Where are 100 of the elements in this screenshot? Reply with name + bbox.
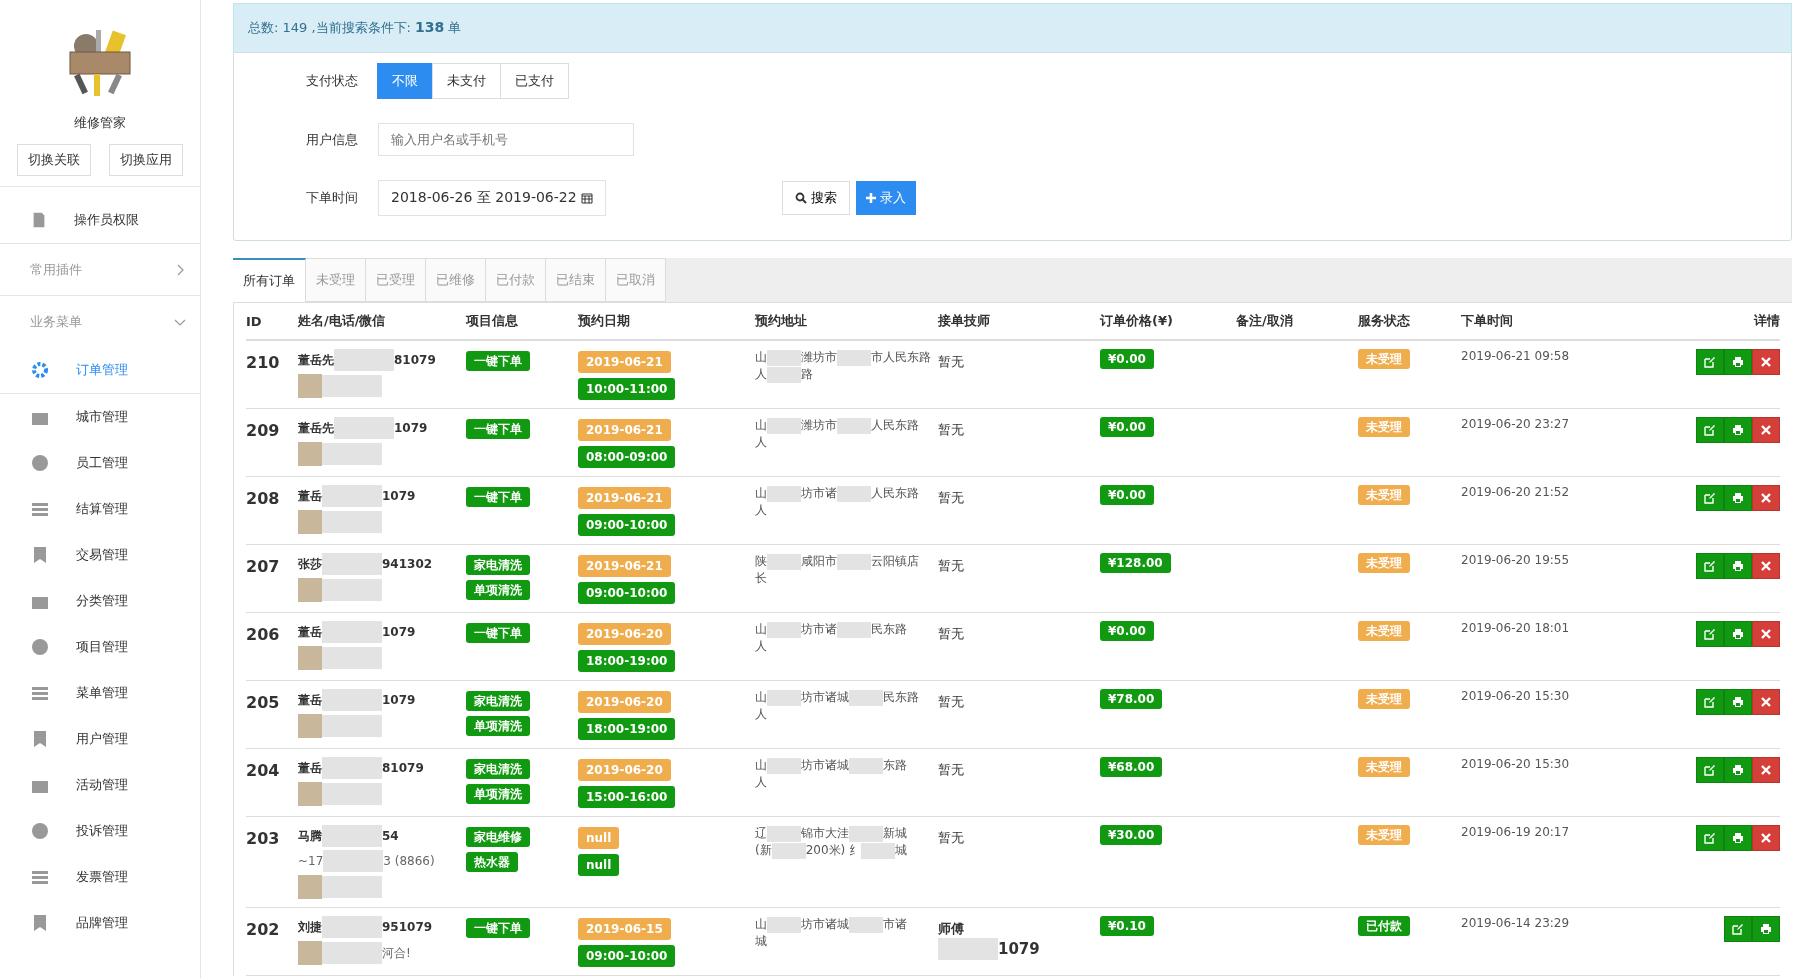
menu-item[interactable]: 活动管理 [0, 762, 200, 808]
circle-icon [30, 821, 50, 841]
circle-icon [30, 453, 50, 473]
pixelated-block [849, 757, 883, 774]
print-button[interactable] [1724, 485, 1752, 511]
technician-text: 暂无 [938, 761, 965, 779]
avatar-photo-placeholder [298, 442, 322, 466]
address-text: 山 [755, 621, 767, 638]
menu-item[interactable]: 用户管理 [0, 716, 200, 762]
booking-time-tag: 10:00-11:00 [578, 378, 676, 400]
delete-button[interactable] [1752, 349, 1780, 375]
address-text: 人 [755, 774, 767, 791]
pixelated-block [849, 916, 883, 933]
menu-item[interactable]: 投诉管理 [0, 808, 200, 854]
service-status-tag: 未受理 [1358, 417, 1410, 437]
order-time: 2019-06-21 09:58 [1461, 349, 1571, 365]
avatar-photo-placeholder [298, 510, 322, 534]
edit-button[interactable] [1696, 621, 1724, 647]
delete-button[interactable] [1752, 689, 1780, 715]
menu-item[interactable]: 订单管理 [0, 347, 200, 394]
print-button[interactable] [1724, 689, 1752, 715]
pixelated-block [767, 553, 801, 570]
technician-text: 暂无 [938, 693, 965, 711]
price-tag: ¥0.00 [1100, 349, 1154, 369]
delete-button[interactable] [1752, 417, 1780, 443]
menu-item[interactable]: 分类管理 [0, 578, 200, 624]
project-tag: 家电清洗 [466, 759, 530, 779]
order-time-label: 下单时间 [306, 189, 359, 207]
print-button[interactable] [1724, 757, 1752, 783]
edit-button[interactable] [1696, 757, 1724, 783]
pixelated-block [334, 349, 394, 371]
order-id: 205 [246, 692, 281, 714]
menu-item[interactable]: 项目管理 [0, 624, 200, 670]
phone-text: 81079 [382, 761, 424, 775]
delete-button[interactable] [1752, 757, 1780, 783]
print-button[interactable] [1724, 349, 1752, 375]
edit-button[interactable] [1696, 417, 1724, 443]
order-time: 2019-06-20 19:55 [1461, 553, 1571, 569]
pixelated-block [322, 579, 382, 601]
edit-button[interactable] [1696, 485, 1724, 511]
pixelated-block [322, 825, 382, 847]
project-tag: 热水器 [466, 852, 518, 872]
edit-button[interactable] [1696, 825, 1724, 851]
delete-button[interactable] [1752, 621, 1780, 647]
menu-item[interactable]: 发票管理 [0, 854, 200, 900]
search-button[interactable]: 搜索 [781, 181, 850, 215]
edit-button[interactable] [1724, 916, 1752, 942]
customer-text: 张莎 [298, 555, 322, 573]
menu-item[interactable]: 结算管理 [0, 486, 200, 532]
service-status-tag: 未受理 [1358, 689, 1410, 709]
print-button[interactable] [1724, 553, 1752, 579]
print-button[interactable] [1752, 916, 1780, 942]
pixelated-block [322, 647, 382, 669]
edit-button[interactable] [1696, 553, 1724, 579]
avatar-photo-placeholder [298, 578, 322, 602]
pixelated-block [767, 349, 801, 366]
technician-text: 暂无 [938, 489, 965, 507]
date-range-field[interactable]: 2018-06-26 至 2019-06-22 [378, 180, 606, 216]
payment-filter-button[interactable]: 未支付 [432, 63, 501, 99]
menu-item[interactable]: 城市管理 [0, 394, 200, 440]
booking-date-tag: 2019-06-20 [578, 623, 671, 645]
menu-item[interactable]: 品牌管理 [0, 900, 200, 946]
order-tab[interactable]: 所有订单 [233, 258, 306, 302]
customer-text: 河合! [382, 944, 411, 962]
menu-item[interactable]: 员工管理 [0, 440, 200, 486]
payment-filter-button[interactable]: 已支付 [500, 63, 569, 99]
menu-item[interactable]: 菜单管理 [0, 670, 200, 716]
print-button[interactable] [1724, 417, 1752, 443]
payment-status-label: 支付状态 [306, 72, 359, 90]
circle-icon [30, 637, 50, 657]
switch-button[interactable]: 切换应用 [109, 144, 183, 176]
pixelated-block [837, 349, 871, 366]
close-icon [1761, 561, 1771, 571]
project-tag: 家电清洗 [466, 691, 530, 711]
edit-button[interactable] [1696, 689, 1724, 715]
pixelated-block [323, 850, 384, 872]
booking-time-tag: 08:00-09:00 [578, 446, 676, 468]
customer-text: 董岳 [298, 759, 322, 777]
delete-button[interactable] [1752, 485, 1780, 511]
price-tag: ¥30.00 [1100, 825, 1163, 845]
price-tag: ¥78.00 [1100, 689, 1163, 709]
booking-time-tag: 09:00-10:00 [578, 514, 676, 536]
print-button[interactable] [1724, 621, 1752, 647]
service-status-tag: 未受理 [1358, 621, 1410, 641]
printer-icon [1732, 424, 1744, 436]
switch-button[interactable]: 切换关联 [17, 144, 91, 176]
user-search-field[interactable]: 输入用户名或手机号 [378, 123, 634, 156]
address-text: 市人民东路 [871, 349, 931, 366]
pixelated-block [767, 366, 801, 383]
technician-text: 暂无 [938, 625, 965, 643]
edit-button[interactable] [1696, 349, 1724, 375]
menu-item[interactable]: 交易管理 [0, 532, 200, 578]
delete-button[interactable] [1752, 553, 1780, 579]
phone-text: 951079 [382, 920, 433, 934]
phone-text: 1079 [382, 625, 416, 639]
print-button[interactable] [1724, 825, 1752, 851]
address-text: 潍坊市 [801, 417, 837, 434]
pixelated-block [837, 417, 871, 434]
delete-button[interactable] [1752, 825, 1780, 851]
menu-item[interactable]: 操作员权限 [0, 197, 200, 243]
